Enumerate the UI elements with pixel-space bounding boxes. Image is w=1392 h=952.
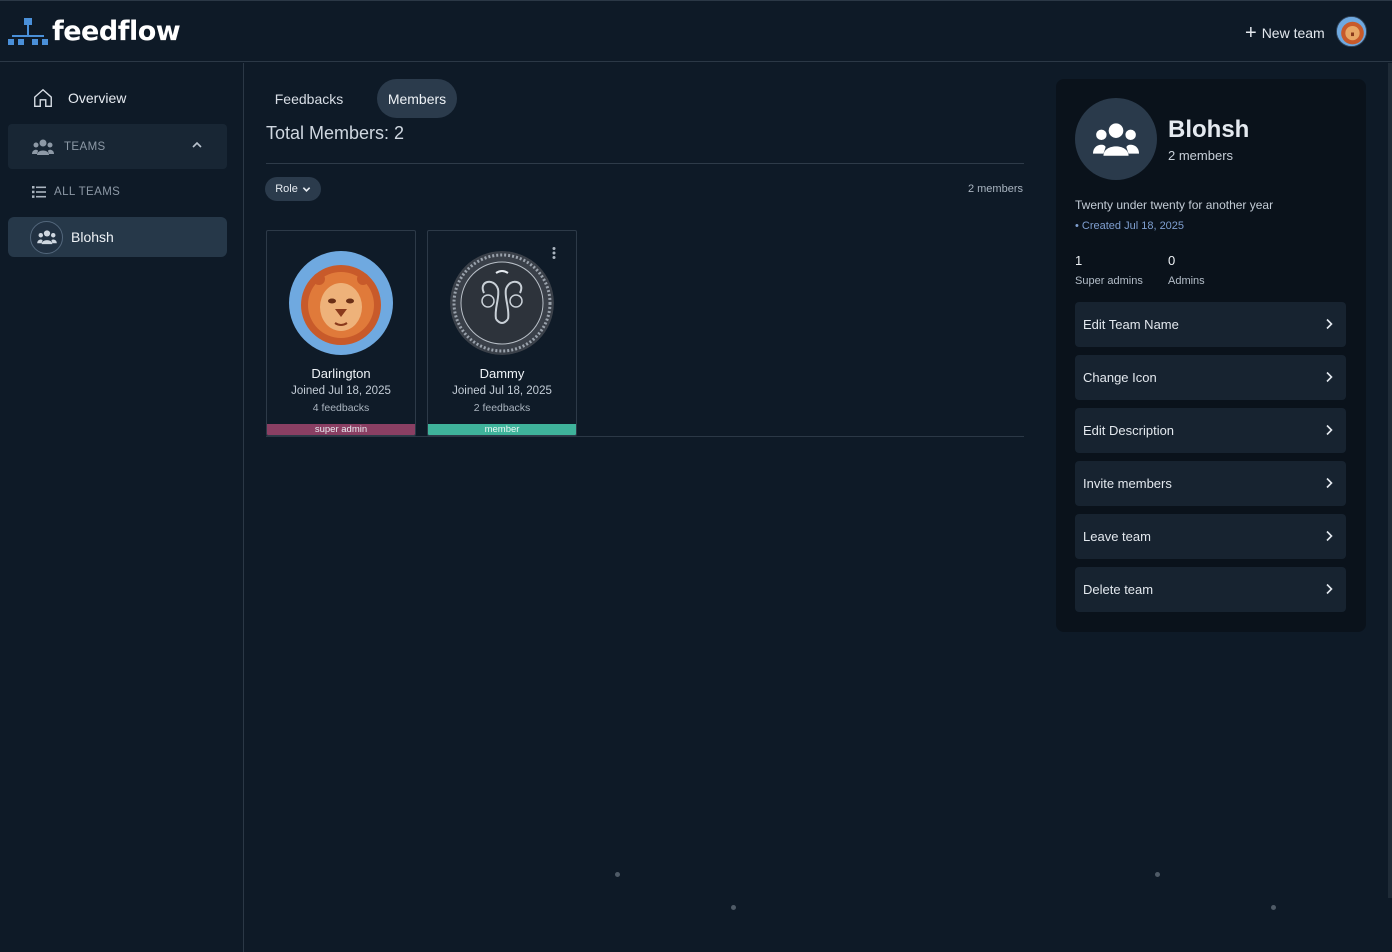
edit-team-name-button[interactable]: Edit Team Name [1075,302,1346,347]
action-label: Edit Team Name [1083,317,1179,332]
action-label: Edit Description [1083,423,1175,438]
member-card[interactable]: Darlington Joined Jul 18, 2025 4 feedbac… [266,230,416,436]
chevron-right-icon [1326,530,1333,542]
app-logo[interactable]: feedflow [8,15,181,47]
background-dot [731,905,736,910]
role-filter-label: Role [275,183,298,195]
users-icon [1093,123,1139,156]
member-avatar [289,251,393,355]
sidebar-item-label: Overview [68,90,127,106]
action-label: Change Icon [1083,370,1157,385]
edit-description-button[interactable]: Edit Description [1075,408,1346,453]
all-teams-label: ALL TEAMS [54,186,121,198]
lion-avatar-icon [1337,17,1366,46]
sidebar-item-all-teams[interactable]: ALL TEAMS [32,186,120,198]
sidebar-section-teams[interactable]: TEAMS [8,124,227,169]
divider [266,163,1024,164]
app-name: feedflow [52,15,181,47]
role-filter-button[interactable]: Role [265,177,321,201]
member-joined: Joined Jul 18, 2025 [291,385,391,397]
action-label: Leave team [1083,529,1151,544]
more-vertical-icon[interactable] [552,247,556,259]
divider [266,436,1024,437]
team-description: Twenty under twenty for another year [1075,198,1274,212]
team-avatar [30,220,63,254]
member-feedbacks: 4 feedbacks [312,402,370,414]
lion-avatar-icon [289,251,393,355]
logo-network-icon [8,18,48,45]
admins-label: Admins [1168,275,1205,287]
admins-count: 0 [1168,253,1176,268]
users-icon [32,139,54,155]
total-members-heading: Total Members: 2 [266,123,405,143]
plus-icon: + [1245,22,1257,44]
teams-section-label: TEAMS [64,140,106,153]
member-card[interactable]: Dammy Joined Jul 18, 2025 2 feedbacks me… [427,230,577,436]
members-count: 2 members [967,183,1023,195]
team-name: Blohsh [1168,116,1250,143]
member-feedbacks: 2 feedbacks [473,402,531,414]
team-details-panel: Blohsh 2 members Twenty under twenty for… [1056,79,1366,632]
background-dot [1155,872,1160,877]
member-avatar [450,251,554,355]
sidebar-item-overview[interactable]: Overview [32,87,126,109]
team-created-date: • Created Jul 18, 2025 [1075,220,1185,232]
new-team-button[interactable]: + New team [1245,23,1325,43]
team-avatar [1075,98,1157,180]
tab-feedbacks[interactable]: Feedbacks [265,79,353,118]
action-label: Invite members [1083,476,1172,491]
chevron-right-icon [1326,583,1333,595]
super-admins-label: Super admins [1075,275,1143,287]
super-admins-count: 1 [1075,253,1083,268]
list-icon [32,186,46,198]
background-dot [615,872,620,877]
role-badge: super admin [267,424,415,435]
chevron-right-icon [1326,371,1333,383]
sidebar-item-team-blohsh[interactable]: Blohsh [8,217,227,257]
chevron-right-icon [1326,424,1333,436]
change-icon-button[interactable]: Change Icon [1075,355,1346,400]
member-joined: Joined Jul 18, 2025 [452,385,552,397]
chevron-up-icon[interactable] [191,139,203,151]
sidebar: Overview TEAMS ALL TEAMS Blohsh [0,63,244,952]
background-dot [1271,905,1276,910]
chevron-right-icon [1326,318,1333,330]
member-name: Dammy [479,366,525,381]
user-avatar[interactable] [1336,16,1367,47]
new-team-label: New team [1261,25,1325,41]
invite-members-button[interactable]: Invite members [1075,461,1346,506]
leave-team-button[interactable]: Leave team [1075,514,1346,559]
team-members-count: 2 members [1168,148,1234,163]
sidebar-item-label: Blohsh [71,229,114,245]
chevron-right-icon [1326,477,1333,489]
top-header: feedflow + New team [0,0,1392,62]
delete-team-button[interactable]: Delete team [1075,567,1346,612]
aries-avatar-icon [450,251,554,355]
users-icon [36,230,57,245]
role-badge: member [428,424,576,435]
chevron-down-icon [302,186,311,192]
scrollbar[interactable] [1388,63,1392,898]
home-icon [34,88,52,107]
tab-members[interactable]: Members [377,79,457,118]
member-name: Darlington [311,366,371,381]
action-label: Delete team [1083,582,1154,597]
